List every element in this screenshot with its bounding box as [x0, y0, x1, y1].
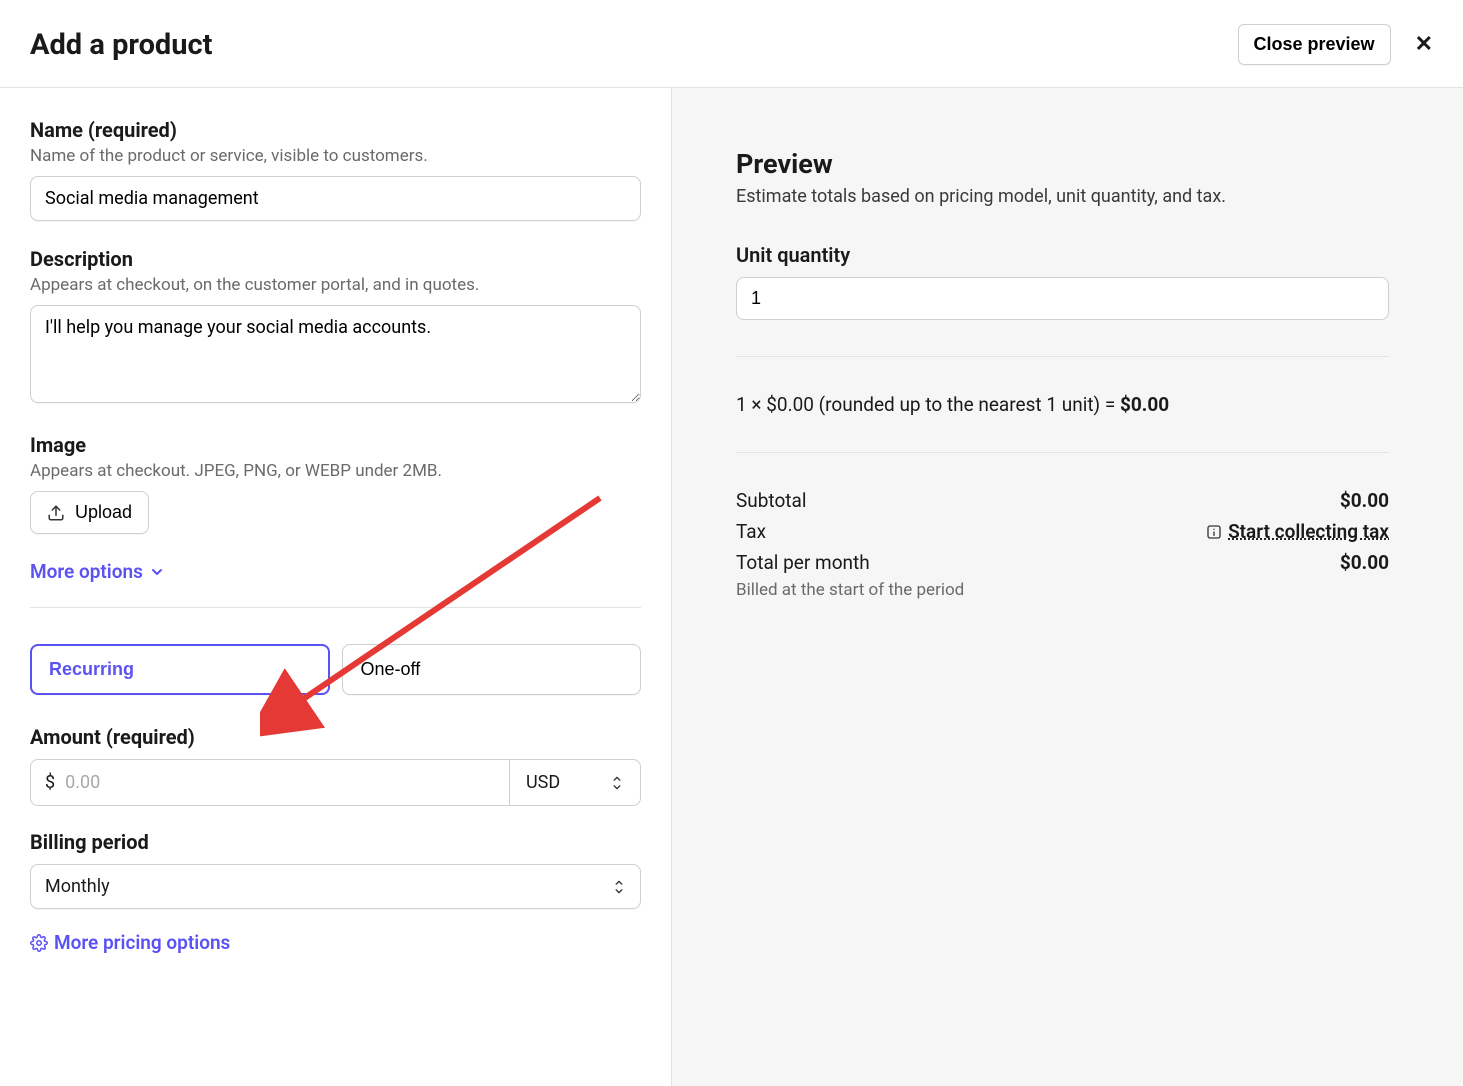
page-header: Add a product Close preview ✕ [0, 0, 1463, 88]
description-hint: Appears at checkout, on the customer por… [30, 275, 641, 295]
pricing-type-one-off[interactable]: One-off [342, 644, 642, 695]
calc-line: 1 × $0.00 (rounded up to the nearest 1 u… [736, 393, 1389, 416]
sort-icon [612, 878, 626, 896]
image-hint: Appears at checkout. JPEG, PNG, or WEBP … [30, 461, 641, 481]
total-value: $0.00 [1340, 551, 1389, 574]
unit-quantity-input[interactable] [736, 277, 1389, 320]
preview-subtitle: Estimate totals based on pricing model, … [736, 186, 1389, 207]
tax-label: Tax [736, 520, 766, 543]
subtotal-label: Subtotal [736, 489, 806, 512]
currency-select[interactable]: USD [509, 759, 641, 806]
start-collecting-tax-link[interactable]: Start collecting tax [1206, 520, 1389, 543]
page-title: Add a product [30, 28, 212, 62]
preview-panel: Preview Estimate totals based on pricing… [672, 88, 1463, 1086]
section-divider [30, 607, 641, 608]
more-options-toggle[interactable]: More options [30, 560, 165, 583]
chevron-down-icon [149, 564, 165, 580]
currency-symbol: $ [45, 772, 55, 793]
name-input[interactable] [30, 176, 641, 221]
billed-note: Billed at the start of the period [736, 580, 1389, 600]
billing-period-select[interactable]: Monthly [30, 864, 641, 909]
form-panel: Name (required) Name of the product or s… [0, 88, 672, 1086]
subtotal-value: $0.00 [1340, 489, 1389, 512]
name-hint: Name of the product or service, visible … [30, 146, 641, 166]
close-icon[interactable]: ✕ [1415, 32, 1433, 57]
amount-input[interactable] [63, 771, 495, 794]
upload-button[interactable]: Upload [30, 491, 149, 534]
info-icon [1206, 524, 1222, 540]
upload-button-label: Upload [75, 502, 132, 523]
preview-divider [736, 356, 1389, 357]
sort-icon [610, 774, 624, 792]
description-input[interactable] [30, 305, 641, 403]
preview-divider [736, 452, 1389, 453]
image-label: Image [30, 433, 641, 457]
preview-title: Preview [736, 148, 1389, 180]
billing-period-label: Billing period [30, 830, 641, 854]
more-pricing-options-link[interactable]: More pricing options [30, 931, 230, 954]
pricing-type-recurring[interactable]: Recurring [30, 644, 330, 695]
billing-period-value: Monthly [45, 876, 110, 897]
upload-icon [47, 504, 65, 522]
close-preview-button[interactable]: Close preview [1238, 24, 1391, 65]
gear-icon [30, 934, 48, 952]
description-label: Description [30, 247, 641, 271]
amount-label: Amount (required) [30, 725, 641, 749]
currency-value: USD [526, 772, 560, 793]
name-label: Name (required) [30, 118, 641, 142]
total-label: Total per month [736, 551, 870, 574]
unit-quantity-label: Unit quantity [736, 243, 1389, 267]
